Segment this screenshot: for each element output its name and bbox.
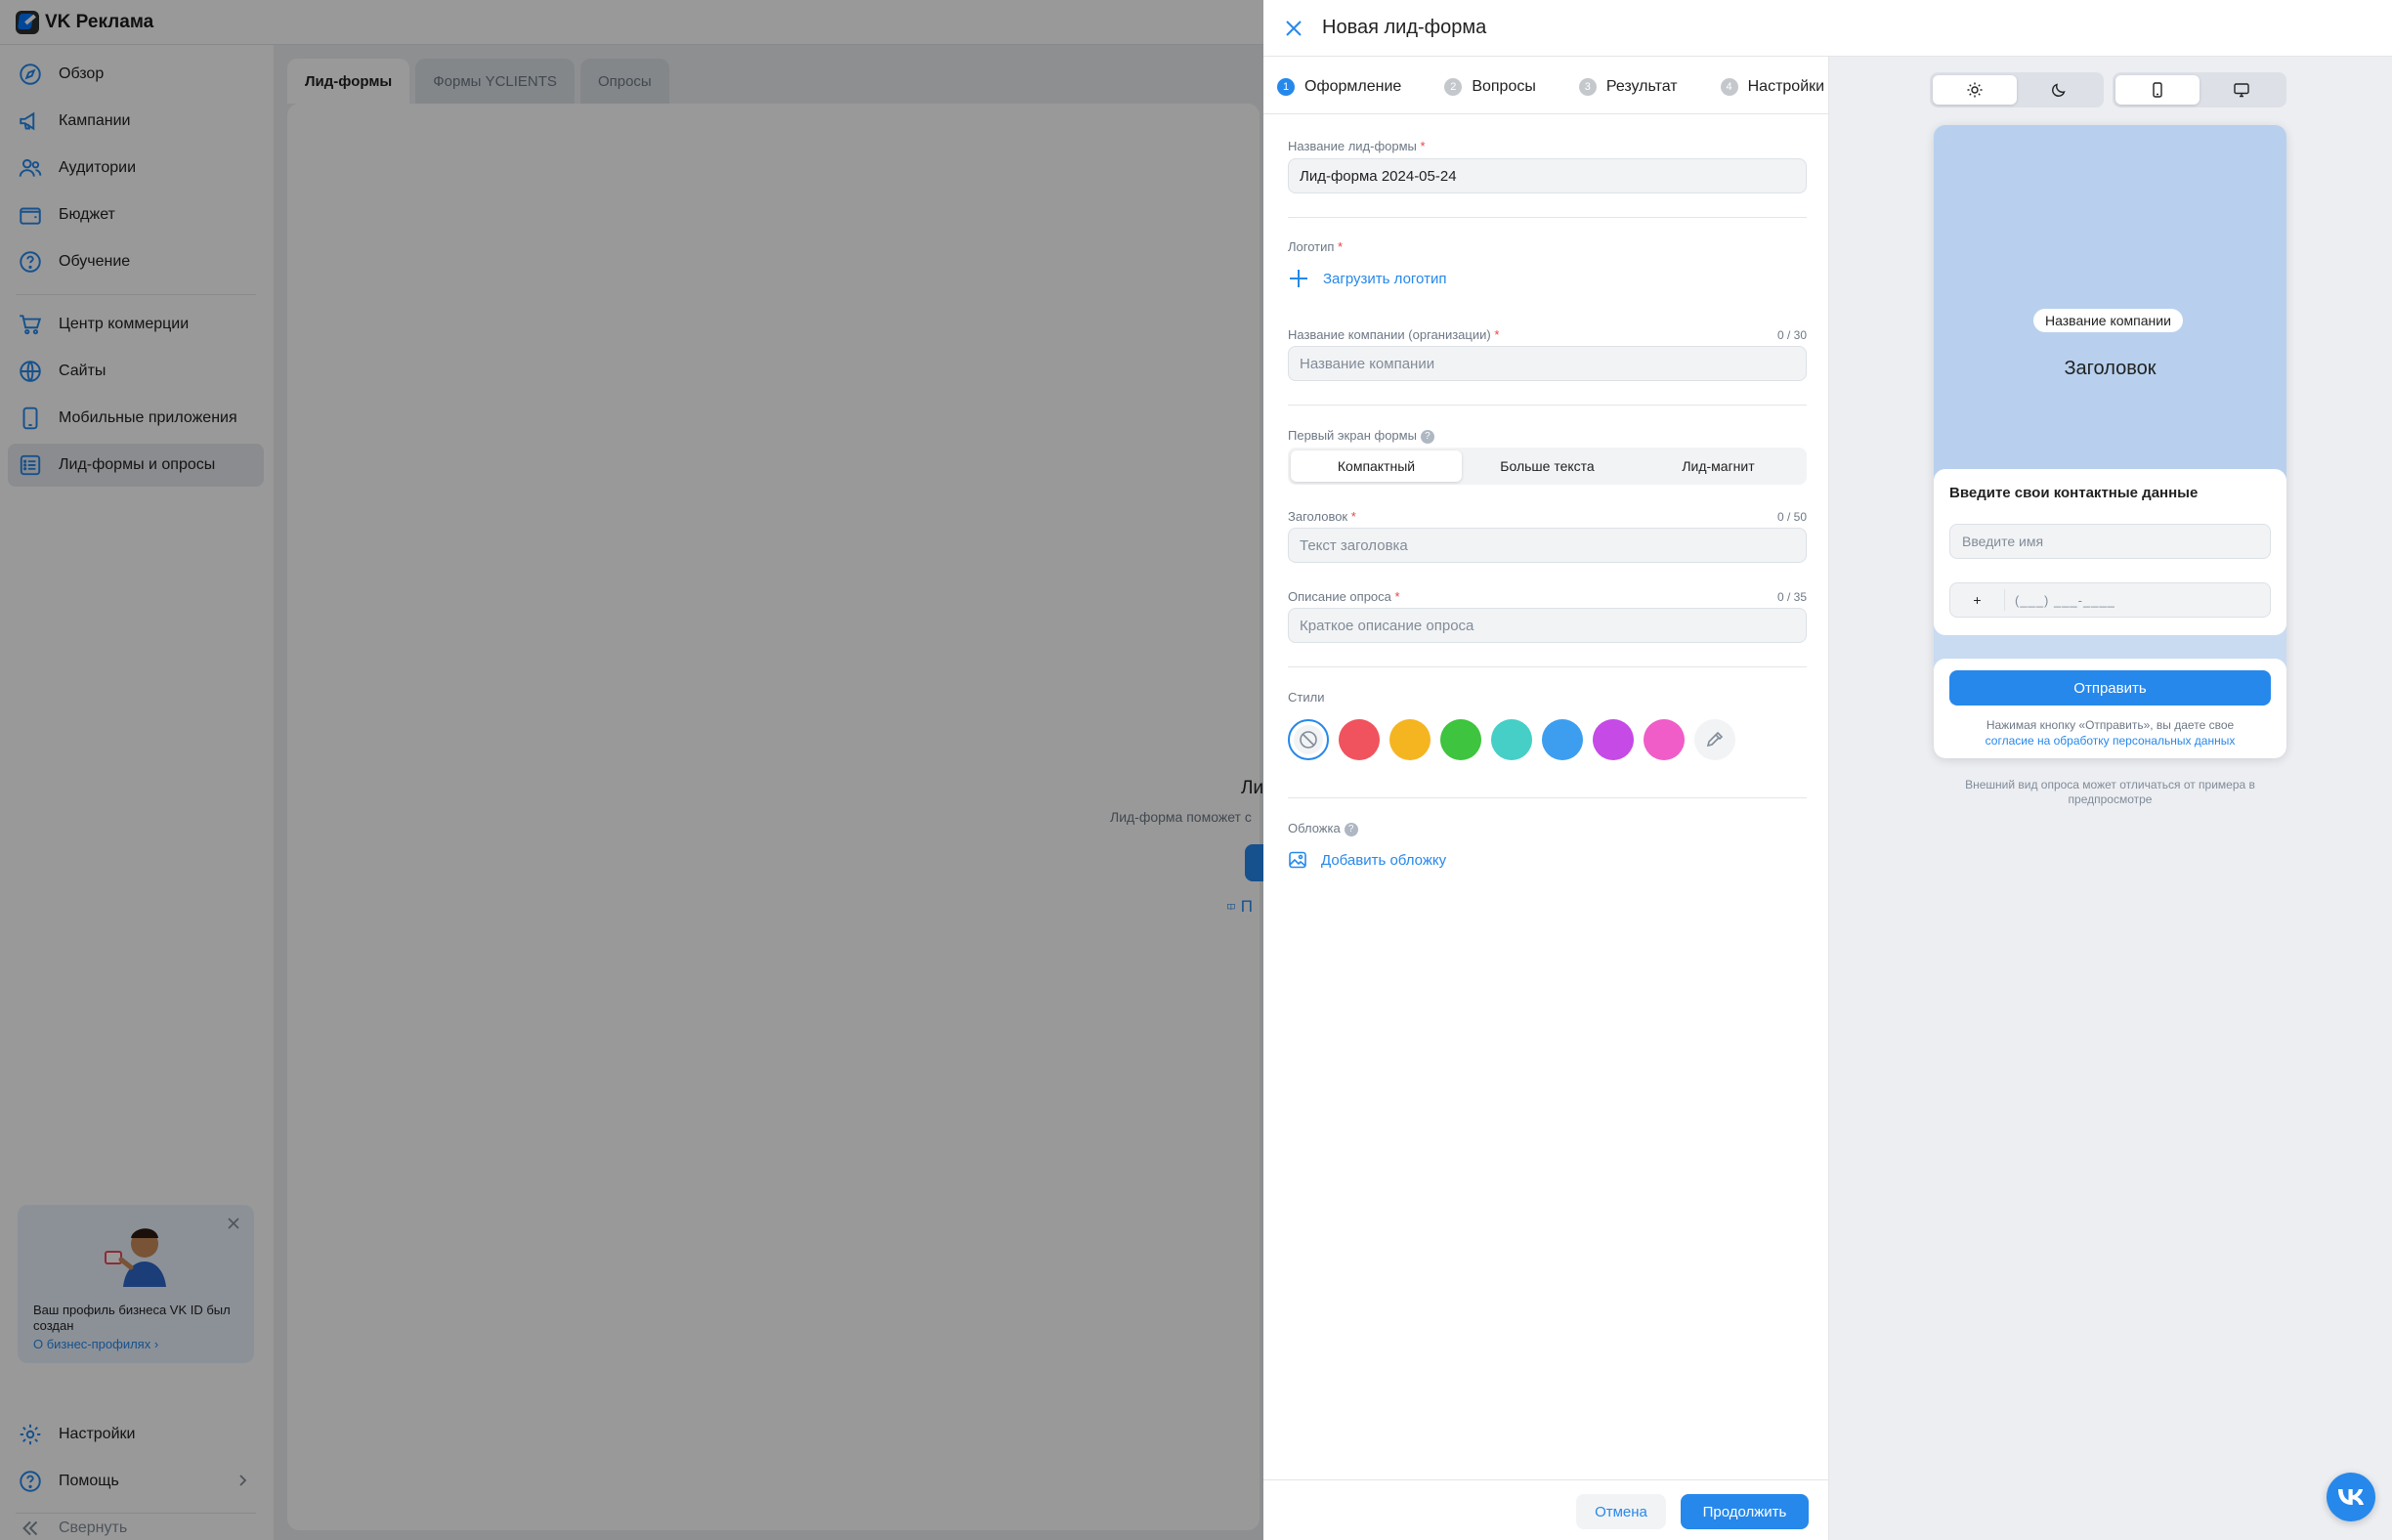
option-compact[interactable]: Компактный	[1291, 450, 1462, 482]
step-settings[interactable]: 4 Настройки	[1720, 78, 1824, 96]
mobile-preview: Название компании Заголовок Введите свои…	[1934, 125, 2286, 758]
option-lead-magnet[interactable]: Лид-магнит	[1633, 450, 1804, 482]
style-purple[interactable]	[1593, 719, 1634, 760]
submit-card: Отправить Нажимая кнопку «Отправить», вы…	[1934, 659, 2286, 758]
consent-link: согласие на обработку персональных данны…	[1985, 734, 2236, 748]
first-screen-label: Первый экран формы?	[1288, 428, 1434, 444]
moon-icon	[2052, 83, 2066, 97]
theme-toggle	[1930, 72, 2104, 107]
company-name-input[interactable]: Название компании	[1288, 346, 1807, 381]
company-name-counter: 0 / 30	[1776, 328, 1807, 342]
upload-logo-button[interactable]: Загрузить логотип	[1288, 268, 1446, 289]
description-counter: 0 / 35	[1776, 590, 1807, 604]
style-green[interactable]	[1440, 719, 1481, 760]
consent-text: Нажимая кнопку «Отправить», вы даете сво…	[1949, 717, 2271, 749]
sun-icon	[1967, 82, 1983, 98]
preview-phone-input: + (___) ___-____	[1949, 582, 2271, 618]
first-screen-segmented: Компактный Больше текста Лид-магнит	[1288, 448, 1807, 485]
modal-overlay[interactable]	[0, 0, 1263, 1540]
smartphone-icon	[2153, 82, 2162, 98]
panel-footer: Отмена Продолжить	[1263, 1479, 1828, 1540]
description-label: Описание опроса *	[1288, 589, 1400, 604]
preview-send-button: Отправить	[1949, 670, 2271, 706]
step-questions[interactable]: 2 Вопросы	[1444, 78, 1536, 96]
divider	[1288, 797, 1807, 798]
logo-label: Логотип *	[1288, 239, 1344, 254]
help-icon[interactable]: ?	[1344, 822, 1358, 836]
preview-name-input: Введите имя	[1949, 524, 2271, 559]
heading-counter: 0 / 50	[1776, 510, 1807, 524]
image-icon	[1289, 851, 1306, 869]
heading-label: Заголовок *	[1288, 509, 1356, 524]
divider	[1288, 217, 1807, 218]
form-preview: Название компании Заголовок Введите свои…	[1829, 57, 2392, 1540]
styles-label: Стили	[1288, 690, 1325, 705]
option-more-text[interactable]: Больше текста	[1462, 450, 1633, 482]
close-icon[interactable]	[1283, 18, 1304, 39]
add-cover-button[interactable]: Добавить обложку	[1288, 850, 1446, 870]
cover-label: Обложка?	[1288, 821, 1358, 836]
steps-divider	[1263, 113, 1828, 114]
monitor-icon	[2234, 83, 2249, 98]
phone-prefix: +	[1950, 589, 2005, 611]
step-result[interactable]: 3 Результат	[1578, 78, 1678, 96]
phone-mask: (___) ___-____	[2015, 592, 2115, 608]
form-name-label: Название лид-формы *	[1288, 139, 1426, 153]
description-input[interactable]: Краткое описание опроса	[1288, 608, 1807, 643]
company-name-label: Название компании (организации) *	[1288, 327, 1500, 342]
contact-card: Введите свои контактные данные Введите и…	[1934, 469, 2286, 635]
divider	[1288, 405, 1807, 406]
eyedropper-icon	[1706, 731, 1724, 748]
cancel-button[interactable]: Отмена	[1576, 1494, 1666, 1529]
style-none[interactable]	[1288, 719, 1329, 760]
continue-button[interactable]: Продолжить	[1681, 1494, 1809, 1529]
heading-input[interactable]: Текст заголовка	[1288, 528, 1807, 563]
help-icon[interactable]: ?	[1420, 429, 1434, 444]
panel-header: Новая лид-форма	[1263, 0, 2392, 57]
vk-logo-icon	[2338, 1489, 2364, 1505]
steps-nav: 1 Оформление 2 Вопросы 3 Результат 4 Настрой…	[1277, 70, 1824, 104]
plus-icon	[1290, 270, 1307, 287]
style-swatches	[1288, 719, 1745, 760]
style-red[interactable]	[1339, 719, 1380, 760]
step-design[interactable]: 1 Оформление	[1277, 78, 1401, 96]
device-toggle	[2113, 72, 2286, 107]
preview-disclaimer: Внешний вид опроса может отличаться от п…	[1965, 778, 2255, 806]
custom-color-picker[interactable]	[1694, 719, 1735, 760]
mobile-view-button[interactable]	[2115, 75, 2200, 105]
divider	[1288, 666, 1807, 667]
light-theme-button[interactable]	[1933, 75, 2017, 105]
company-name-badge: Название компании	[2033, 309, 2183, 332]
style-turquoise[interactable]	[1491, 719, 1532, 760]
no-style-icon	[1294, 725, 1323, 754]
style-pink[interactable]	[1644, 719, 1685, 760]
new-lead-form-panel: Новая лид-форма 1 Оформление 2 Вопросы 3 Ре…	[1263, 0, 2392, 1540]
desktop-view-button[interactable]	[2200, 75, 2284, 105]
form-name-input[interactable]: Лид-форма 2024-05-24	[1288, 158, 1807, 193]
dark-theme-button[interactable]	[2017, 75, 2101, 105]
style-yellow[interactable]	[1389, 719, 1431, 760]
contact-title: Введите свои контактные данные	[1949, 485, 2199, 501]
vk-chat-button[interactable]	[2327, 1473, 2375, 1521]
panel-title: Новая лид-форма	[1322, 17, 1487, 38]
style-blue[interactable]	[1542, 719, 1583, 760]
preview-heading: Заголовок	[2064, 358, 2157, 379]
